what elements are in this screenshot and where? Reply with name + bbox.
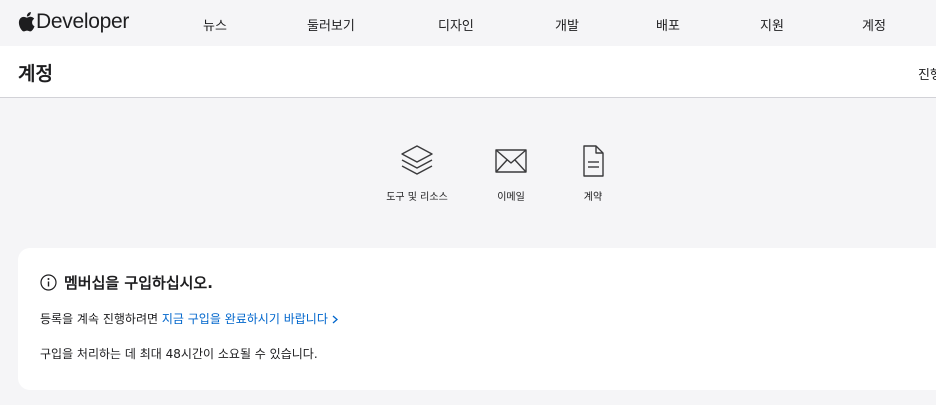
notice-line-2: 구입을 처리하는 데 최대 48시간이 소요될 수 있습니다. <box>40 347 318 361</box>
quick-link-label: 계약 <box>583 192 603 203</box>
nav-link-design[interactable]: 디자인 <box>438 15 474 34</box>
developer-brand[interactable]: Developer <box>18 10 129 34</box>
notice-header: 멤버십을 구입하십시오. <box>40 272 213 293</box>
quick-link-label: 도구 및 리소스 <box>386 192 448 203</box>
quick-link-tools[interactable]: 도구 및 리소스 <box>377 143 457 203</box>
apple-logo-icon <box>18 12 35 32</box>
document-icon <box>583 145 604 177</box>
notice-line-1: 등록을 계속 진행하려면 지금 구입을 완료하시기 바랍니다 <box>40 310 338 327</box>
info-icon <box>40 274 57 291</box>
purchase-notice-card: 멤버십을 구입하십시오. 등록을 계속 진행하려면 지금 구입을 완료하시기 바… <box>18 248 936 390</box>
nav-link-news[interactable]: 뉴스 <box>203 15 227 34</box>
local-action-link[interactable]: 진행 <box>918 64 936 83</box>
quick-link-email[interactable]: 이메일 <box>471 143 551 203</box>
page-title: 계정 <box>18 63 53 85</box>
chevron-right-icon <box>332 315 338 324</box>
notice-title: 멤버십을 구입하십시오. <box>64 274 213 292</box>
global-nav: Developer 뉴스 둘러보기 디자인 개발 배포 지원 계정 <box>0 0 936 46</box>
nav-link-discover[interactable]: 둘러보기 <box>307 15 355 34</box>
nav-link-distribute[interactable]: 배포 <box>656 15 680 34</box>
complete-purchase-link-text: 지금 구입을 완료하시기 바랍니다 <box>161 312 328 326</box>
notice-line-1-text: 등록을 계속 진행하려면 <box>40 312 159 326</box>
quick-link-agreements[interactable]: 계약 <box>553 143 633 203</box>
complete-purchase-link[interactable]: 지금 구입을 완료하시기 바랍니다 <box>162 312 338 326</box>
brand-text: Developer <box>36 10 130 33</box>
nav-link-develop[interactable]: 개발 <box>555 15 579 34</box>
nav-link-support[interactable]: 지원 <box>760 15 784 34</box>
quick-link-label: 이메일 <box>497 192 525 203</box>
layers-icon <box>401 145 433 175</box>
envelope-icon <box>495 149 527 173</box>
local-nav: 계정 진행 <box>0 46 936 98</box>
nav-link-account[interactable]: 계정 <box>862 15 886 34</box>
